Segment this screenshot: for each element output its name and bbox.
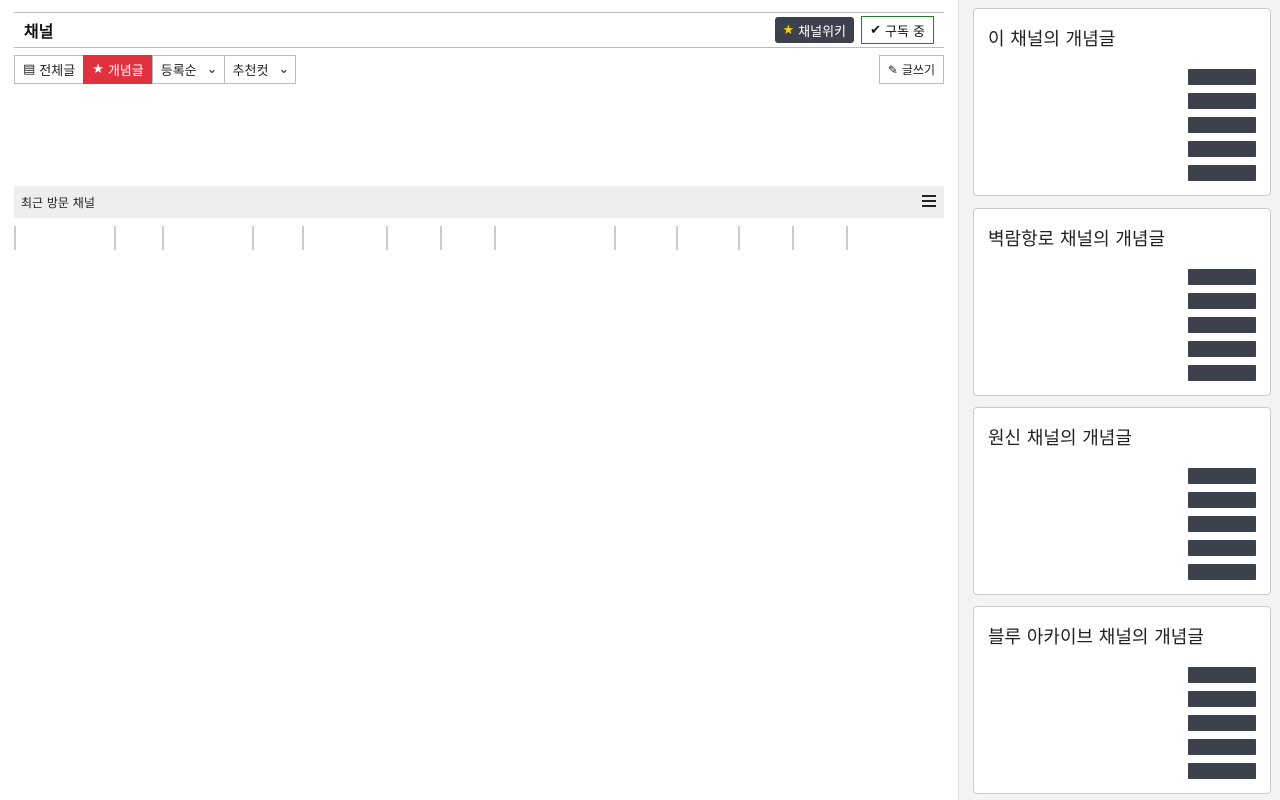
best-post-date-badge bbox=[1188, 739, 1256, 755]
write-post-label: 글쓰기 bbox=[901, 63, 935, 77]
best-post-date-badge bbox=[1188, 763, 1256, 779]
best-post-date-badge bbox=[1188, 564, 1256, 580]
best-post-date-badge bbox=[1188, 492, 1256, 508]
best-posts-card: 벽람항로 채널의 개념글 bbox=[973, 208, 1271, 396]
recent-channel-chip[interactable] bbox=[494, 226, 614, 250]
best-posts-card: 이 채널의 개념글 bbox=[973, 8, 1271, 196]
best-post-date-badge bbox=[1188, 468, 1256, 484]
recommend-cut-select[interactable]: 추천컷 ⌄ bbox=[223, 55, 297, 84]
board-toolbar: ▤ 전체글 ★ 개념글 등록순 ⌄ 추천컷 ⌄ bbox=[14, 55, 297, 84]
recent-channel-chip[interactable] bbox=[440, 226, 494, 250]
write-post-button[interactable]: ✎ 글쓰기 bbox=[878, 55, 944, 84]
recent-channel-chip[interactable] bbox=[846, 226, 900, 250]
best-post-item[interactable] bbox=[988, 536, 1256, 560]
best-post-item[interactable] bbox=[988, 265, 1256, 289]
best-post-item[interactable] bbox=[988, 735, 1256, 759]
recent-channels-list bbox=[14, 226, 944, 250]
recent-channel-chip[interactable] bbox=[302, 226, 386, 250]
channel-title-bar: 채널 ★ 채널위키 ✔ 구독 중 bbox=[14, 12, 944, 48]
best-post-item[interactable] bbox=[988, 313, 1256, 337]
best-post-date-badge bbox=[1188, 69, 1256, 85]
channel-wiki-button[interactable]: ★ 채널위키 bbox=[774, 17, 854, 43]
recommend-cut-label: 추천컷 bbox=[232, 64, 269, 79]
recent-channel-chip[interactable] bbox=[792, 226, 846, 250]
best-post-item[interactable] bbox=[988, 361, 1256, 385]
best-posts-card-title[interactable]: 원신 채널의 개념글 bbox=[988, 424, 1256, 450]
best-post-item[interactable] bbox=[988, 512, 1256, 536]
best-post-date-badge bbox=[1188, 540, 1256, 556]
list-icon: ▤ bbox=[23, 62, 36, 77]
sidebar: 이 채널의 개념글벽람항로 채널의 개념글원신 채널의 개념글블루 아카이브 채… bbox=[958, 0, 1280, 800]
best-post-date-badge bbox=[1188, 317, 1256, 333]
best-post-date-badge bbox=[1188, 141, 1256, 157]
sort-select-label: 등록순 bbox=[160, 64, 197, 79]
recent-channel-chip[interactable] bbox=[614, 226, 676, 250]
recent-channel-chip[interactable] bbox=[676, 226, 738, 250]
best-post-date-badge bbox=[1188, 269, 1256, 285]
chevron-down-icon: ⌄ bbox=[278, 62, 290, 77]
channel-name[interactable]: 채널 bbox=[24, 18, 53, 42]
best-post-item[interactable] bbox=[988, 560, 1256, 584]
best-post-item[interactable] bbox=[988, 663, 1256, 687]
check-icon: ✔ bbox=[870, 22, 881, 38]
subscribe-button[interactable]: ✔ 구독 중 bbox=[861, 16, 934, 44]
best-post-date-badge bbox=[1188, 293, 1256, 309]
best-post-date-badge bbox=[1188, 93, 1256, 109]
best-post-item[interactable] bbox=[988, 161, 1256, 185]
hamburger-menu-icon[interactable] bbox=[922, 195, 936, 207]
recent-channel-chip[interactable] bbox=[14, 226, 114, 250]
all-posts-label: 전체글 bbox=[39, 64, 76, 79]
best-post-date-badge bbox=[1188, 667, 1256, 683]
best-post-item[interactable] bbox=[988, 113, 1256, 137]
recent-channels-label: 최근 방문 채널 bbox=[21, 195, 95, 210]
best-posts-card-title[interactable]: 블루 아카이브 채널의 개념글 bbox=[988, 623, 1256, 649]
board-main: 채널 ★ 채널위키 ✔ 구독 중 ▤ 전체글 ★ 개념글 등록순 ⌄ 추천컷 ⌄… bbox=[0, 0, 958, 800]
best-posts-card: 블루 아카이브 채널의 개념글 bbox=[973, 606, 1271, 794]
best-post-item[interactable] bbox=[988, 65, 1256, 89]
best-posts-label: 개념글 bbox=[107, 64, 144, 79]
recent-channel-chip[interactable] bbox=[738, 226, 792, 250]
recent-channel-chip[interactable] bbox=[252, 226, 302, 250]
pencil-icon: ✎ bbox=[887, 62, 898, 77]
best-post-date-badge bbox=[1188, 715, 1256, 731]
recent-channel-chip[interactable] bbox=[386, 226, 440, 250]
page: 채널 ★ 채널위키 ✔ 구독 중 ▤ 전체글 ★ 개념글 등록순 ⌄ 추천컷 ⌄… bbox=[0, 0, 1280, 800]
best-post-date-badge bbox=[1188, 516, 1256, 532]
post-list-header bbox=[14, 254, 944, 278]
best-post-date-badge bbox=[1188, 365, 1256, 381]
best-post-item[interactable] bbox=[988, 337, 1256, 361]
star-icon: ★ bbox=[782, 22, 795, 38]
best-post-item[interactable] bbox=[988, 289, 1256, 313]
channel-wiki-label: 채널위키 bbox=[798, 24, 846, 40]
best-post-item[interactable] bbox=[988, 89, 1256, 113]
best-posts-card-title[interactable]: 이 채널의 개념글 bbox=[988, 25, 1256, 51]
best-post-item[interactable] bbox=[988, 711, 1256, 735]
best-post-item[interactable] bbox=[988, 488, 1256, 512]
subscribe-label: 구독 중 bbox=[884, 24, 925, 40]
sort-select[interactable]: 등록순 ⌄ bbox=[151, 55, 225, 84]
all-posts-button[interactable]: ▤ 전체글 bbox=[14, 55, 85, 84]
chevron-down-icon: ⌄ bbox=[206, 62, 218, 77]
best-posts-card: 원신 채널의 개념글 bbox=[973, 407, 1271, 595]
recent-channel-chip[interactable] bbox=[114, 226, 162, 250]
best-post-item[interactable] bbox=[988, 464, 1256, 488]
best-post-item[interactable] bbox=[988, 687, 1256, 711]
recent-channel-chip[interactable] bbox=[162, 226, 252, 250]
best-post-date-badge bbox=[1188, 341, 1256, 357]
star-icon: ★ bbox=[92, 62, 104, 77]
best-posts-card-title[interactable]: 벽람항로 채널의 개념글 bbox=[988, 225, 1256, 251]
best-post-date-badge bbox=[1188, 691, 1256, 707]
recent-channels-header: 최근 방문 채널 bbox=[14, 186, 944, 218]
best-post-item[interactable] bbox=[988, 137, 1256, 161]
best-post-date-badge bbox=[1188, 117, 1256, 133]
best-posts-button[interactable]: ★ 개념글 bbox=[83, 55, 153, 84]
best-post-item[interactable] bbox=[988, 759, 1256, 783]
best-post-date-badge bbox=[1188, 165, 1256, 181]
